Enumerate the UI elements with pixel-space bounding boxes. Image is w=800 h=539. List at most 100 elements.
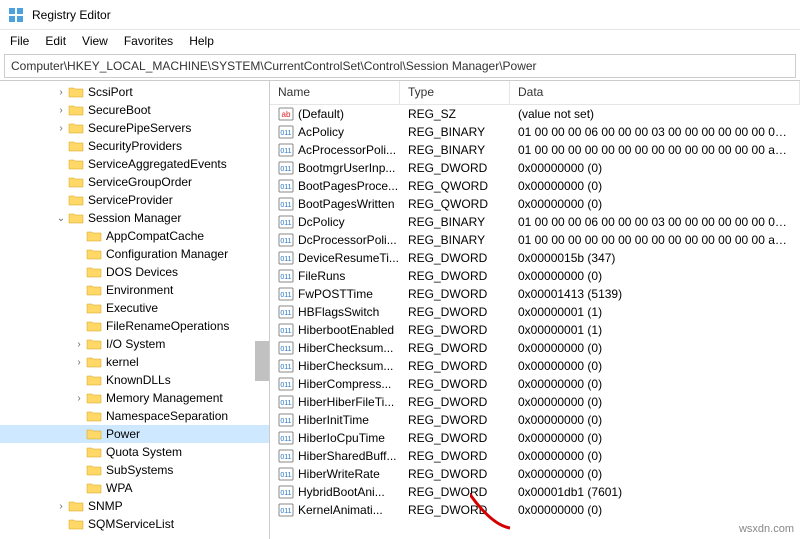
- address-bar[interactable]: Computer\HKEY_LOCAL_MACHINE\SYSTEM\Curre…: [4, 54, 796, 78]
- value-row[interactable]: 011HiberSharedBuff...REG_DWORD0x00000000…: [270, 447, 800, 465]
- titlebar: Registry Editor: [0, 0, 800, 30]
- tree-item-executive[interactable]: Executive: [0, 299, 269, 317]
- tree-label: NamespaceSeparation: [106, 409, 228, 423]
- value-row[interactable]: 011HiberWriteRateREG_DWORD0x00000000 (0): [270, 465, 800, 483]
- tree-item-serviceprovider[interactable]: ServiceProvider: [0, 191, 269, 209]
- chevron-down-icon[interactable]: ⌄: [54, 213, 68, 224]
- tree-item-configuration-manager[interactable]: Configuration Manager: [0, 245, 269, 263]
- column-data[interactable]: Data: [510, 81, 800, 104]
- tree-item-i-o-system[interactable]: ›I/O System: [0, 335, 269, 353]
- value-row[interactable]: 011HBFlagsSwitchREG_DWORD0x00000001 (1): [270, 303, 800, 321]
- menu-file[interactable]: File: [2, 32, 37, 50]
- svg-text:011: 011: [280, 148, 291, 155]
- value-row[interactable]: 011AcPolicyREG_BINARY01 00 00 00 06 00 0…: [270, 123, 800, 141]
- tree-item-servicegrouporder[interactable]: ServiceGroupOrder: [0, 173, 269, 191]
- value-type: REG_DWORD: [400, 503, 510, 517]
- menu-help[interactable]: Help: [181, 32, 222, 50]
- tree-item-appcompatcache[interactable]: AppCompatCache: [0, 227, 269, 245]
- tree-item-serviceaggregatedevents[interactable]: ServiceAggregatedEvents: [0, 155, 269, 173]
- tree-item-quota-system[interactable]: Quota System: [0, 443, 269, 461]
- tree-item-scsiport[interactable]: ›ScsiPort: [0, 83, 269, 101]
- value-row[interactable]: 011DcProcessorPoli...REG_BINARY01 00 00 …: [270, 231, 800, 249]
- menu-view[interactable]: View: [74, 32, 116, 50]
- tree-item-memory-management[interactable]: ›Memory Management: [0, 389, 269, 407]
- tree-label: Session Manager: [88, 211, 181, 225]
- value-row[interactable]: 011FileRunsREG_DWORD0x00000000 (0): [270, 267, 800, 285]
- value-row[interactable]: 011DeviceResumeTi...REG_DWORD0x0000015b …: [270, 249, 800, 267]
- value-data: 0x00000000 (0): [510, 269, 800, 283]
- value-row[interactable]: 011HiberCompress...REG_DWORD0x00000000 (…: [270, 375, 800, 393]
- value-row[interactable]: 011HiberIoCpuTimeREG_DWORD0x00000000 (0): [270, 429, 800, 447]
- value-row[interactable]: 011BootPagesWrittenREG_QWORD0x00000000 (…: [270, 195, 800, 213]
- value-type: REG_DWORD: [400, 323, 510, 337]
- scrollbar-thumb[interactable]: [255, 341, 269, 381]
- value-row[interactable]: 011KernelAnimati...REG_DWORD0x00000000 (…: [270, 501, 800, 519]
- watermark: wsxdn.com: [739, 523, 794, 535]
- tree-item-power[interactable]: Power: [0, 425, 269, 443]
- svg-text:011: 011: [280, 490, 291, 497]
- tree-item-filerenameoperations[interactable]: FileRenameOperations: [0, 317, 269, 335]
- tree-item-secureboot[interactable]: ›SecureBoot: [0, 101, 269, 119]
- tree-item-session-manager[interactable]: ⌄ Session Manager: [0, 209, 269, 227]
- value-row[interactable]: 011HybridBootAni...REG_DWORD0x00001db1 (…: [270, 483, 800, 501]
- value-row[interactable]: 011BootmgrUserInp...REG_DWORD0x00000000 …: [270, 159, 800, 177]
- svg-text:011: 011: [280, 472, 291, 479]
- chevron-right-icon[interactable]: ›: [54, 501, 68, 512]
- tree-item-securityproviders[interactable]: SecurityProviders: [0, 137, 269, 155]
- tree-item-wpa[interactable]: WPA: [0, 479, 269, 497]
- tree-item-dos-devices[interactable]: DOS Devices: [0, 263, 269, 281]
- value-type: REG_DWORD: [400, 305, 510, 319]
- value-data: 01 00 00 00 00 00 00 00 00 00 00 00 00 0…: [510, 233, 800, 247]
- svg-text:011: 011: [280, 256, 291, 263]
- binary-value-icon: 011: [278, 197, 294, 211]
- menu-edit[interactable]: Edit: [37, 32, 74, 50]
- value-row[interactable]: 011HiberInitTimeREG_DWORD0x00000000 (0): [270, 411, 800, 429]
- value-data: 0x00000000 (0): [510, 377, 800, 391]
- tree-item-namespaceseparation[interactable]: NamespaceSeparation: [0, 407, 269, 425]
- value-type: REG_DWORD: [400, 467, 510, 481]
- value-type: REG_DWORD: [400, 395, 510, 409]
- menu-favorites[interactable]: Favorites: [116, 32, 181, 50]
- chevron-right-icon[interactable]: ›: [54, 105, 68, 116]
- tree-label: Environment: [106, 283, 173, 297]
- column-name[interactable]: Name: [270, 81, 400, 104]
- chevron-right-icon[interactable]: ›: [72, 339, 86, 350]
- folder-icon: [86, 463, 102, 477]
- tree-label: SNMP: [88, 499, 123, 513]
- chevron-right-icon[interactable]: ›: [72, 393, 86, 404]
- tree-item-sqmservicelist[interactable]: SQMServiceList: [0, 515, 269, 533]
- tree-item-environment[interactable]: Environment: [0, 281, 269, 299]
- chevron-right-icon[interactable]: ›: [72, 357, 86, 368]
- chevron-right-icon[interactable]: ›: [54, 123, 68, 134]
- value-row[interactable]: 011HiberHiberFileTi...REG_DWORD0x0000000…: [270, 393, 800, 411]
- tree-item-securepipeservers[interactable]: ›SecurePipeServers: [0, 119, 269, 137]
- binary-value-icon: 011: [278, 305, 294, 319]
- tree-label: ServiceAggregatedEvents: [88, 157, 227, 171]
- column-type[interactable]: Type: [400, 81, 510, 104]
- values-panel: Name Type Data ab(Default)REG_SZ(value n…: [270, 81, 800, 539]
- binary-value-icon: 011: [278, 251, 294, 265]
- value-name: HiberChecksum...: [298, 341, 393, 355]
- value-name: BootmgrUserInp...: [298, 161, 395, 175]
- svg-text:011: 011: [280, 346, 291, 353]
- tree-item-snmp[interactable]: › SNMP: [0, 497, 269, 515]
- chevron-right-icon[interactable]: ›: [54, 87, 68, 98]
- tree-label: ServiceProvider: [88, 193, 173, 207]
- folder-icon: [86, 427, 102, 441]
- value-row[interactable]: 011HiberbootEnabledREG_DWORD0x00000001 (…: [270, 321, 800, 339]
- tree-item-subsystems[interactable]: SubSystems: [0, 461, 269, 479]
- value-row[interactable]: 011DcPolicyREG_BINARY01 00 00 00 06 00 0…: [270, 213, 800, 231]
- tree-label: Executive: [106, 301, 158, 315]
- value-row[interactable]: 011HiberChecksum...REG_DWORD0x00000000 (…: [270, 357, 800, 375]
- tree-item-kernel[interactable]: ›kernel: [0, 353, 269, 371]
- value-data: 0x0000015b (347): [510, 251, 800, 265]
- tree-item-knowndlls[interactable]: KnownDLLs: [0, 371, 269, 389]
- value-row[interactable]: 011AcProcessorPoli...REG_BINARY01 00 00 …: [270, 141, 800, 159]
- tree-panel[interactable]: ›ScsiPort›SecureBoot›SecurePipeServersSe…: [0, 81, 270, 539]
- value-name: DcProcessorPoli...: [298, 233, 397, 247]
- tree-label: ServiceGroupOrder: [88, 175, 192, 189]
- value-row[interactable]: 011BootPagesProce...REG_QWORD0x00000000 …: [270, 177, 800, 195]
- value-row[interactable]: ab(Default)REG_SZ(value not set): [270, 105, 800, 123]
- value-row[interactable]: 011FwPOSTTimeREG_DWORD0x00001413 (5139): [270, 285, 800, 303]
- value-row[interactable]: 011HiberChecksum...REG_DWORD0x00000000 (…: [270, 339, 800, 357]
